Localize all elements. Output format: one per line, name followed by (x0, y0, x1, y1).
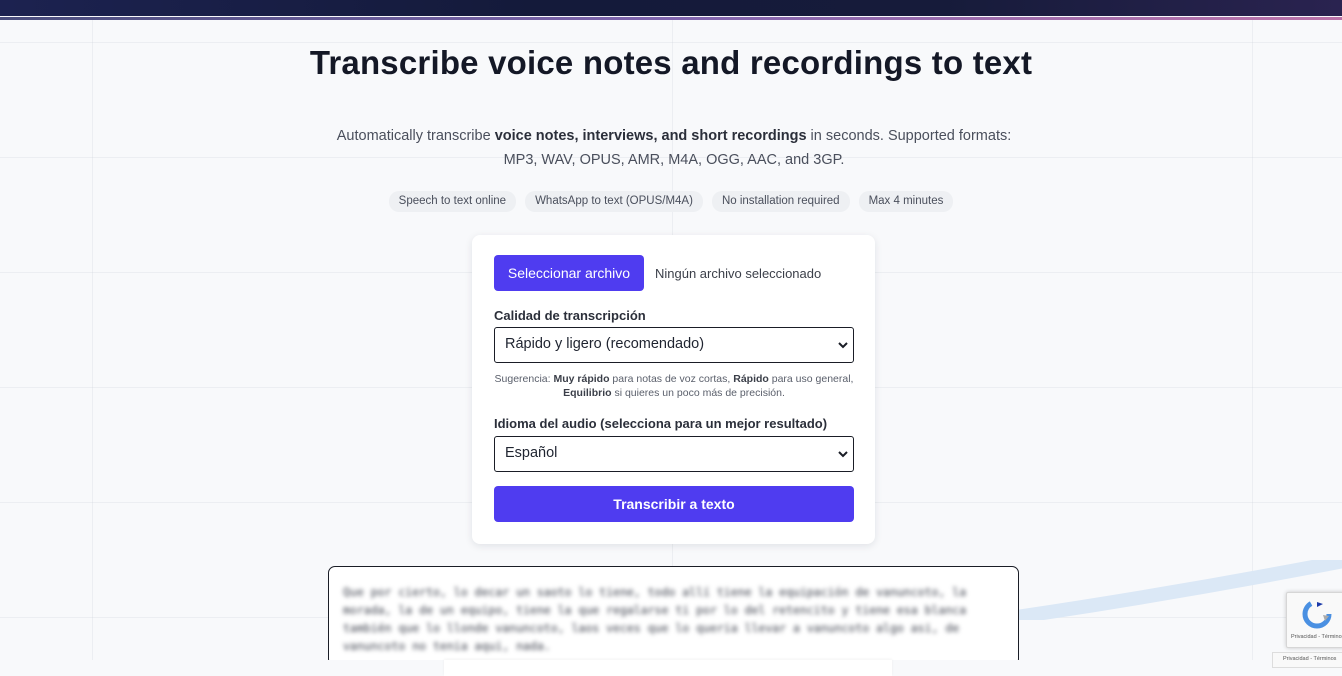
transcription-result[interactable]: Que por cierto, lo decar un saoto lo tie… (328, 566, 1019, 666)
file-status-text: Ningún archivo seleccionado (655, 266, 822, 281)
quality-hint: Sugerencia: Muy rápido para notas de voz… (494, 372, 854, 400)
hint-text-3: si quieres un poco más de precisión. (611, 387, 785, 399)
top-accent-line (0, 17, 1342, 20)
feature-tags: Speech to text online WhatsApp to text (… (0, 191, 1342, 212)
intro-text: Automatically transcribe voice notes, in… (336, 124, 1012, 172)
next-section-card (444, 660, 892, 676)
hint-balance: Equilibrio (563, 387, 612, 399)
recaptcha-icon (1302, 599, 1332, 629)
language-select[interactable]: Español (494, 436, 854, 472)
quality-label: Calidad de transcripción (494, 308, 646, 323)
tag-no-installation: No installation required (711, 191, 850, 212)
page-title: Transcribe voice notes and recordings to… (309, 44, 1033, 81)
recaptcha-badge[interactable]: Privacidad - Términos (1286, 592, 1342, 648)
hint-prefix: Sugerencia: (494, 373, 554, 385)
select-file-button[interactable]: Seleccionar archivo (494, 255, 644, 291)
language-label: Idioma del audio (selecciona para un mej… (494, 416, 828, 431)
chevron-down-icon (838, 451, 848, 458)
recaptcha-badge-secondary: Privacidad - Términos (1272, 652, 1342, 668)
recaptcha-links[interactable]: Privacidad - Términos (1291, 634, 1342, 640)
hint-fast: Rápido (733, 373, 769, 385)
chevron-down-icon (838, 342, 848, 349)
tag-speech-to-text: Speech to text online (388, 191, 517, 212)
tag-whatsapp: WhatsApp to text (OPUS/M4A) (525, 191, 703, 212)
quality-select-value: Rápido y ligero (recomendado) (505, 336, 705, 352)
intro-text-highlight: voice notes, interviews, and short recor… (494, 128, 807, 144)
transcribe-button[interactable]: Transcribir a texto (494, 486, 854, 522)
tag-max-duration: Max 4 minutes (858, 191, 954, 212)
transcription-text: Que por cierto, lo decar un saoto lo tie… (343, 585, 967, 653)
recaptcha-links-secondary: Privacidad - Términos (1283, 656, 1337, 662)
intro-text-start: Automatically transcribe (336, 128, 495, 144)
hint-very-fast: Muy rápido (553, 373, 610, 385)
upload-card: Seleccionar archivo Ningún archivo selec… (472, 235, 875, 544)
quality-select[interactable]: Rápido y ligero (recomendado) (494, 327, 854, 363)
top-navigation-bar (0, 0, 1342, 16)
hint-text-1: para notas de voz cortas, (609, 373, 734, 385)
language-select-value: Español (505, 445, 558, 461)
hint-text-2: para uso general, (768, 373, 854, 385)
